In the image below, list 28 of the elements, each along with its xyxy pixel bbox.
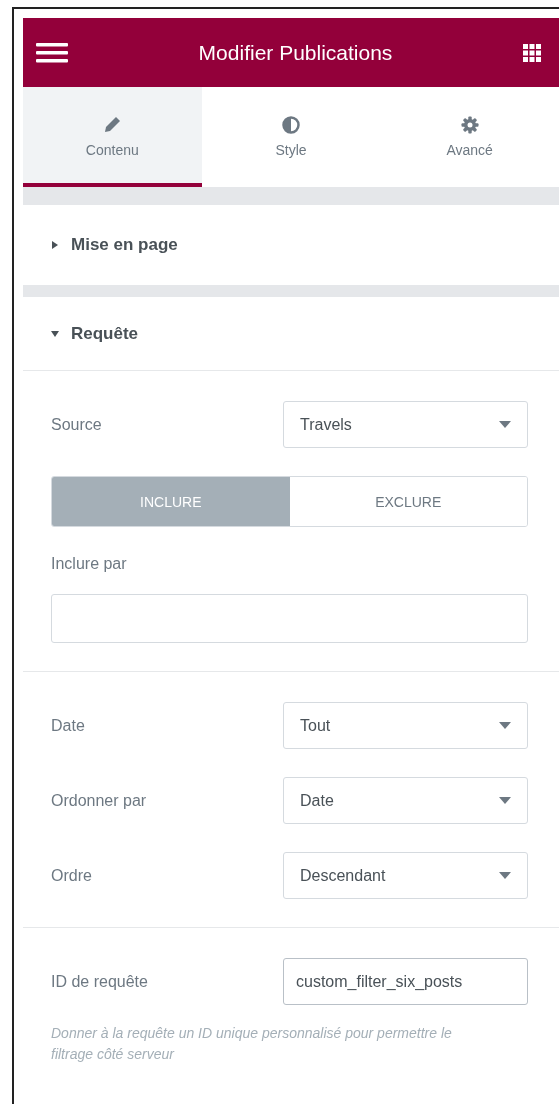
caret-icon (499, 722, 511, 729)
contrast-icon (282, 116, 300, 134)
caret-icon (499, 797, 511, 804)
settings-icon (460, 116, 479, 134)
panel-title: Modifier Publications (198, 40, 393, 65)
field-label: Ordre (51, 866, 92, 885)
input-field[interactable] (51, 594, 528, 643)
section-header[interactable]: Requête (23, 297, 559, 371)
tab[interactable]: Contenu (23, 87, 202, 187)
menu-icon[interactable] (36, 41, 68, 64)
section-header[interactable]: Mise en page (23, 205, 559, 285)
field-label: Date (51, 716, 85, 735)
caret-icon (51, 329, 59, 338)
caret-icon (499, 421, 511, 428)
field-label: ID de requête (51, 972, 148, 991)
field-label: Source (51, 415, 102, 434)
select-field[interactable]: Descendant (283, 852, 528, 899)
select-field[interactable]: Date (283, 777, 528, 824)
pencil-icon (103, 116, 122, 134)
caret-icon (499, 872, 511, 879)
field-label: Inclure par (51, 555, 128, 573)
caret-icon (51, 241, 59, 249)
input-field[interactable]: custom_filter_six_posts (283, 958, 528, 1005)
field-description: Donner à la requête un ID unique personnalisé pour permettre le filtrage côté serveur (51, 1024, 453, 1064)
select-field[interactable]: Tout (283, 702, 528, 749)
grid-icon[interactable] (523, 43, 541, 62)
select-field[interactable]: Travels (283, 401, 528, 448)
field-label: Ordonner par (51, 791, 147, 810)
